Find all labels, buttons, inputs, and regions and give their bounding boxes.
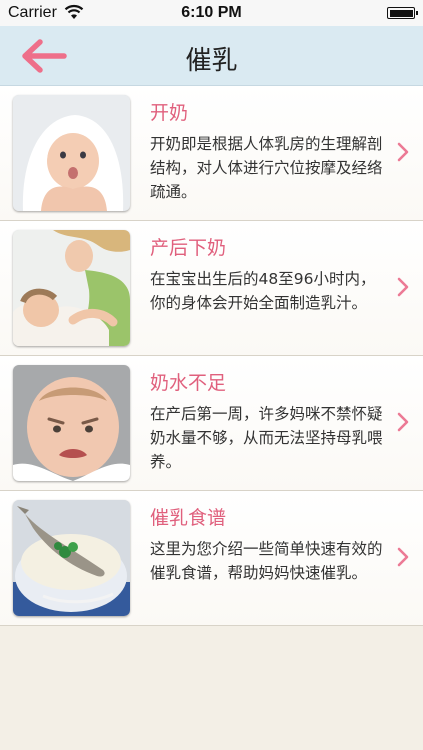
- chevron-right-icon: [397, 277, 409, 297]
- chevron-right-icon: [397, 142, 409, 162]
- page-title: 催乳: [185, 46, 238, 76]
- list-item-kainai[interactable]: 开奶 开奶即是根据人体乳房的生理解剖结构，对人体进行穴位按摩及经络疏通。: [0, 86, 423, 221]
- list-item-chanhou[interactable]: 产后下奶 在宝宝出生后的48至96小时内，你的身体会开始全面制造乳汁。: [0, 221, 423, 356]
- item-description: 在宝宝出生后的48至96小时内，你的身体会开始全面制造乳汁。: [150, 270, 376, 312]
- nav-bar: 催乳: [0, 26, 423, 86]
- battery-icon: [387, 7, 418, 19]
- baby-in-towel-image: [13, 95, 130, 211]
- item-title: 奶水不足: [150, 372, 227, 394]
- item-description: 开奶即是根据人体乳房的生理解剖结构，对人体进行穴位按摩及经络疏通。: [150, 135, 383, 201]
- chevron-right-icon: [397, 547, 409, 567]
- item-description: 在产后第一周，许多妈咪不禁怀疑奶水量不够，从而无法坚持母乳喂养。: [150, 405, 383, 471]
- item-title: 开奶: [150, 102, 189, 124]
- crying-baby-image: [13, 365, 130, 481]
- status-time: 6:10 PM: [181, 4, 242, 21]
- item-title: 产后下奶: [150, 237, 227, 259]
- item-title: 催乳食谱: [150, 507, 227, 529]
- chevron-right-icon: [397, 412, 409, 432]
- fish-soup-image: [13, 500, 130, 616]
- item-description: 这里为您介绍一些简单快速有效的催乳食谱，帮助妈妈快速催乳。: [150, 540, 383, 582]
- topic-list: 开奶 开奶即是根据人体乳房的生理解剖结构，对人体进行穴位按摩及经络疏通。 产后下…: [0, 86, 423, 626]
- status-bar: Carrier 6:10 PM: [0, 0, 423, 26]
- mother-breastfeeding-image: [13, 230, 130, 346]
- list-item-shipu[interactable]: 催乳食谱 这里为您介绍一些简单快速有效的催乳食谱，帮助妈妈快速催乳。: [0, 491, 423, 626]
- list-item-naishui[interactable]: 奶水不足 在产后第一周，许多妈咪不禁怀疑奶水量不够，从而无法坚持母乳喂养。: [0, 356, 423, 491]
